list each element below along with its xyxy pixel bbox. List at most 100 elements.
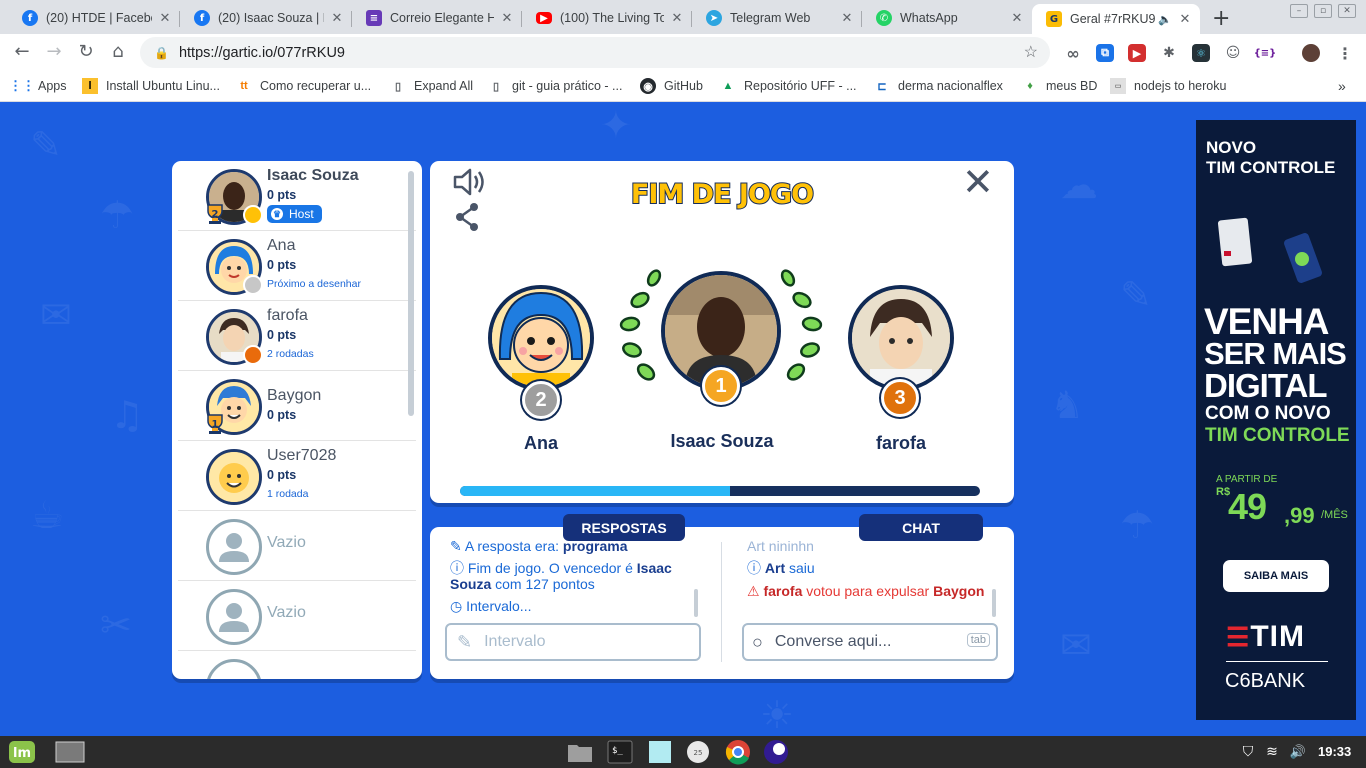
player-row[interactable]: 1 Baygon 0 pts — [178, 371, 416, 441]
extension-icon[interactable]: ☺ — [1224, 44, 1242, 62]
address-bar[interactable]: 🔒 https://gartic.io/077rRKU9 ☆ — [140, 37, 1050, 68]
bookmark-item[interactable]: ◉ GitHub — [640, 78, 703, 94]
files-icon[interactable] — [566, 739, 594, 765]
answers-tab-label: RESPOSTAS — [563, 514, 685, 541]
ad-cta-button[interactable]: SAIBA MAIS — [1223, 560, 1329, 592]
close-icon[interactable]: ✕ — [158, 11, 172, 26]
youtube-icon: ▶ — [536, 12, 552, 24]
bookmarks-bar: ⋮⋮ Apps l Install Ubuntu Linu... tt Como… — [0, 72, 1366, 102]
json-extension-icon[interactable]: {≡} — [1254, 44, 1277, 62]
bookmark-item[interactable]: ⋮⋮ Apps — [9, 78, 67, 94]
second-place-avatar — [488, 285, 594, 391]
player-row[interactable]: farofa 0 pts 2 rodadas — [178, 301, 416, 371]
players-scrollbar[interactable] — [408, 171, 414, 416]
player-row[interactable]: User7028 0 pts 1 rodada — [178, 441, 416, 511]
player-row[interactable]: 2 Isaac Souza 0 pts ♛ Host — [178, 161, 416, 231]
bookmark-item[interactable]: ♦ meus BD — [1022, 78, 1097, 94]
bookmark-star-icon[interactable]: ☆ — [1024, 42, 1038, 62]
extension-icon[interactable]: ⧉ — [1096, 44, 1114, 62]
close-icon[interactable]: ✕ — [670, 11, 684, 26]
empty-slot: Vazio — [178, 581, 416, 651]
doodle-pattern-icon: ✎ — [1120, 273, 1152, 317]
tab-title: Telegram Web — [730, 11, 811, 25]
reload-button[interactable]: ↻ — [74, 41, 98, 62]
player-points: 0 pts — [267, 188, 297, 202]
answers-chat-panel: ✎ A resposta era: programa ⓘ Fim de jogo… — [430, 527, 1014, 679]
chat-tab-label: CHAT — [859, 514, 983, 541]
window-close-button[interactable]: ✕ — [1338, 4, 1356, 18]
player-color-dot — [243, 275, 263, 295]
extension-icon[interactable]: ▶ — [1128, 44, 1146, 62]
empty-avatar-icon — [206, 659, 262, 679]
chat-input[interactable]: ○ Converse aqui... tab — [742, 623, 998, 661]
clock-icon: ◷ — [450, 598, 467, 614]
text-editor-icon[interactable] — [646, 739, 674, 765]
new-tab-button[interactable]: + — [1212, 6, 1230, 31]
mint-menu-icon[interactable]: lm — [6, 739, 38, 765]
browser-tab[interactable]: ✆ WhatsApp ✕ — [862, 4, 1032, 32]
bug-extension-icon[interactable]: ✱ — [1160, 44, 1178, 62]
home-button[interactable]: ⌂ — [106, 41, 130, 62]
warning-icon: ⚠ — [747, 583, 764, 599]
answer-message: ◷ Intervalo... — [450, 598, 532, 614]
first-place-name: Isaac Souza — [670, 431, 774, 451]
browser-tab[interactable]: ▶ (100) The Living To ✕ — [522, 4, 692, 32]
close-icon[interactable]: ✕ — [330, 11, 344, 26]
bookmark-item[interactable]: ▲ Repositório UFF - ... — [720, 78, 857, 94]
browser-tab[interactable]: ≡ Correio Elegante H ✕ — [352, 4, 522, 32]
answers-scrollbar[interactable] — [694, 589, 698, 617]
clock[interactable]: 19:33 — [1318, 744, 1351, 759]
browser-tab-active[interactable]: G Geral #7rRKU9 🔈 ✕ — [1032, 4, 1200, 34]
forward-button[interactable]: → — [42, 41, 66, 62]
chat-message: Art nininhn — [747, 538, 814, 554]
close-icon[interactable]: ✕ — [840, 11, 854, 26]
bookmark-favicon: ▭ — [1110, 78, 1126, 94]
browser-tab[interactable]: f (20) HTDE | Facebo ✕ — [8, 4, 180, 32]
card-and-phone-illustration — [1217, 217, 1322, 283]
close-icon[interactable]: ✕ — [1010, 11, 1024, 26]
bookmark-favicon: tt — [240, 80, 248, 92]
facebook-icon: f — [194, 10, 210, 26]
round-timer-fill — [460, 486, 731, 496]
browser-tab[interactable]: ➤ Telegram Web ✕ — [692, 4, 862, 32]
react-extension-icon[interactable]: ⚛ — [1192, 44, 1210, 62]
back-button[interactable]: ← — [10, 41, 34, 62]
answer-message: ⓘ Fim de jogo. O vencedor é Isaac Souza … — [450, 560, 672, 592]
doodle-pattern-icon: ♞ — [1050, 383, 1085, 427]
doodle-pattern-icon: ☀ — [760, 693, 795, 736]
chat-scrollbar[interactable] — [992, 589, 996, 617]
tab-key-hint: tab — [966, 633, 990, 647]
close-icon[interactable]: ✕ — [500, 11, 514, 26]
menu-icon[interactable]: ⋮ — [1336, 44, 1354, 63]
profile-avatar[interactable] — [1302, 44, 1320, 62]
bookmark-item[interactable]: tt Como recuperar u... — [236, 78, 371, 94]
app-launcher-icon[interactable] — [762, 739, 790, 765]
browser-tab[interactable]: f (20) Isaac Souza | F ✕ — [180, 4, 352, 32]
doodle-pattern-icon: ☂ — [1120, 503, 1155, 547]
show-desktop-icon[interactable] — [54, 739, 86, 765]
audio-playing-icon[interactable]: 🔈 — [1158, 13, 1172, 26]
close-icon[interactable]: ✕ — [962, 163, 994, 201]
advertisement-banner[interactable]: NOVO TIM CONTROLE VENHA SER MAIS DIGITAL… — [1196, 120, 1356, 720]
chrome-icon[interactable] — [724, 739, 752, 765]
bookmark-item[interactable]: ▯ Expand All — [390, 78, 473, 94]
bookmark-item[interactable]: ⊏ derma nacionalflex — [874, 78, 1003, 94]
calendar-icon[interactable]: 25 — [684, 739, 712, 765]
wifi-icon[interactable]: ≋ — [1258, 739, 1286, 765]
player-row[interactable]: Ana 0 pts Próximo a desenhar — [178, 231, 416, 301]
link-extension-icon[interactable]: ∞ — [1064, 44, 1082, 63]
doodle-pattern-icon: ♫ — [110, 393, 145, 437]
bookmarks-overflow-button[interactable]: » — [1338, 78, 1346, 94]
minimize-button[interactable]: – — [1290, 4, 1308, 18]
volume-icon[interactable]: 🔊 — [1284, 739, 1312, 765]
silver-medal: 2 — [522, 381, 560, 419]
player-name: farofa — [267, 307, 308, 324]
ad-big-text: VENHA SER MAIS DIGITAL — [1204, 301, 1347, 404]
bookmark-item[interactable]: ▯ git - guia prático - ... — [488, 78, 623, 94]
bookmark-item[interactable]: ▭ nodejs to heroku — [1110, 78, 1226, 94]
terminal-icon[interactable]: $_ — [606, 739, 634, 765]
maximize-button[interactable]: ▫ — [1314, 4, 1332, 18]
bookmark-item[interactable]: l Install Ubuntu Linu... — [82, 78, 220, 94]
answer-input[interactable]: ✎ Intervalo — [445, 623, 701, 661]
close-icon[interactable]: ✕ — [1178, 12, 1192, 27]
